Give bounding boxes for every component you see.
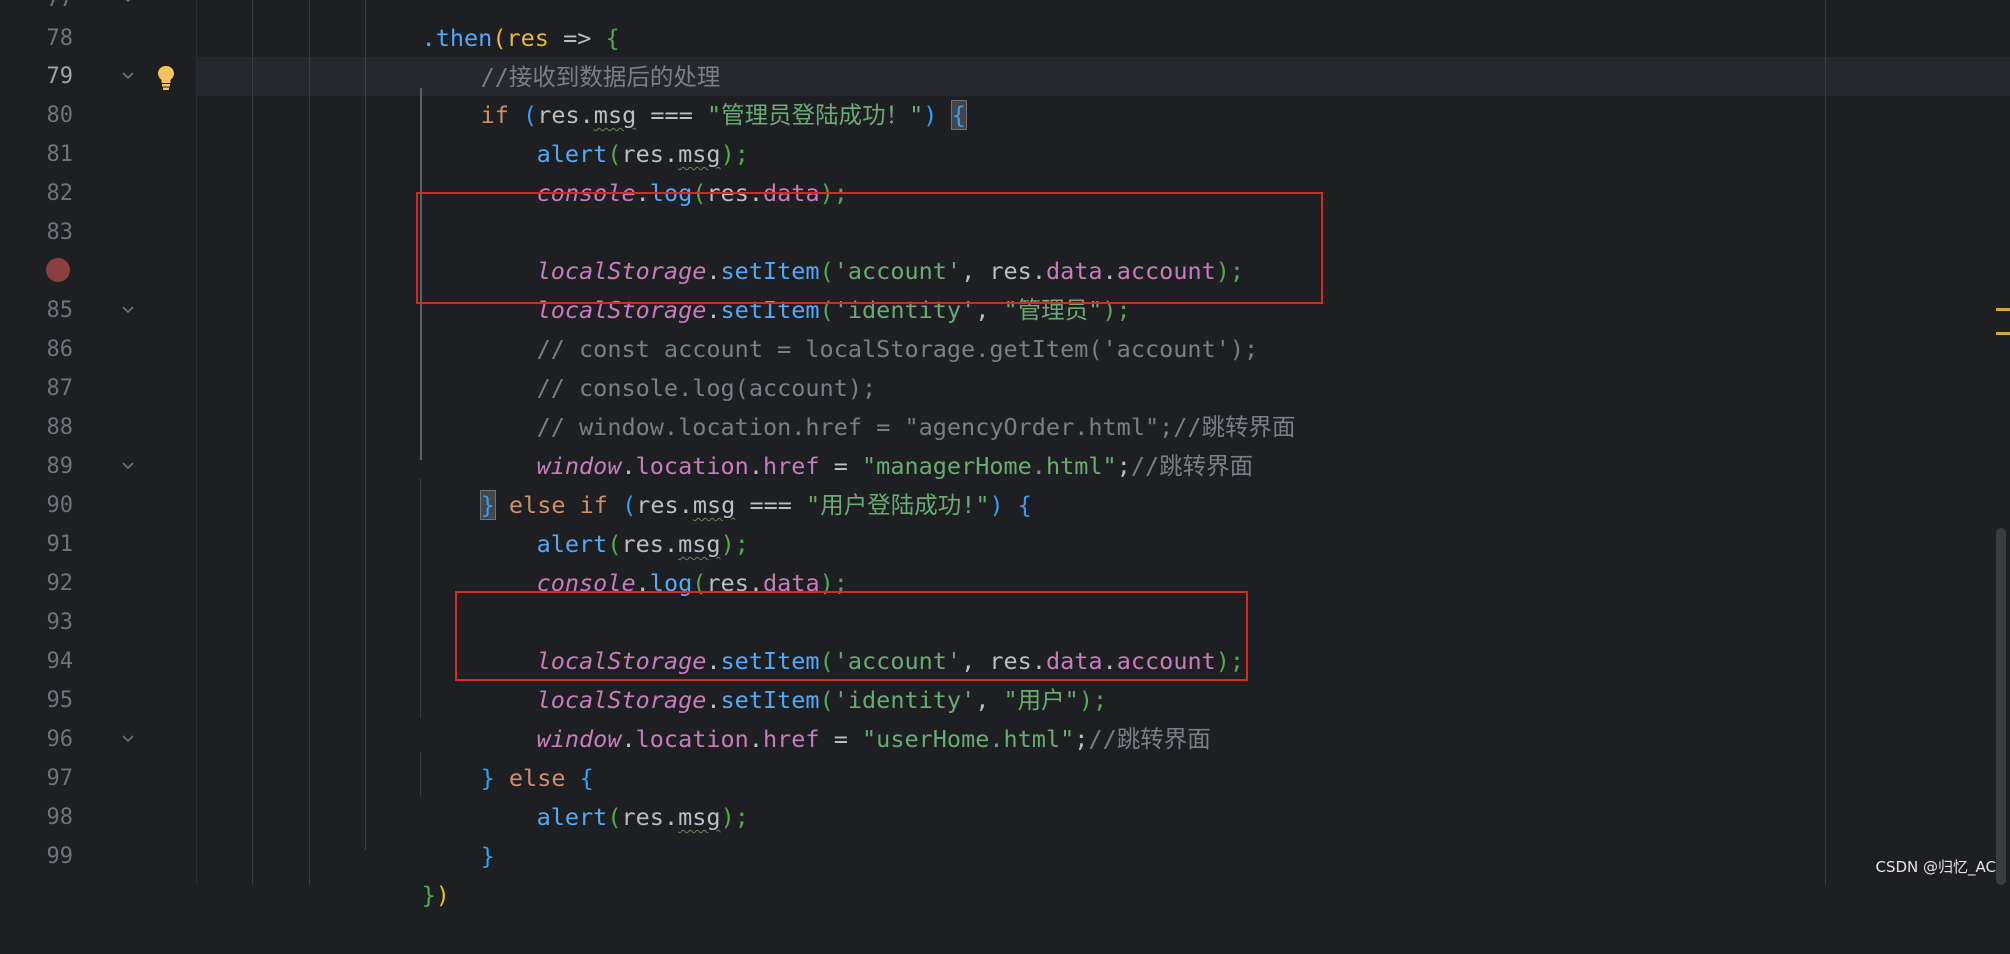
token-dot: .: [621, 725, 636, 753]
token-string: "用户登陆成功!": [806, 491, 990, 519]
code-line-98[interactable]: }: [424, 798, 495, 870]
code-line-78[interactable]: //接收到数据后的处理: [424, 19, 721, 91]
token-paren: ): [435, 881, 450, 909]
code-line-96[interactable]: } else {: [424, 720, 594, 792]
watermark: CSDN @归忆_AC: [1875, 858, 1996, 876]
token-dot: .: [748, 725, 763, 753]
line-number[interactable]: 81: [0, 135, 74, 174]
token-paren: (: [607, 803, 622, 831]
token-brace: {: [1017, 491, 1032, 519]
token-semicolon: ;: [1116, 452, 1131, 480]
chevron-down-icon[interactable]: [118, 720, 138, 759]
line-number[interactable]: 98: [0, 798, 74, 837]
code-editor[interactable]: 77 78 79 80 81 82 83 85 86 87 88 89 90 9…: [0, 0, 2010, 909]
token-operator: =: [819, 725, 863, 753]
code-line-77[interactable]: .then(res => {: [365, 0, 620, 52]
gutter-separator: [196, 0, 197, 885]
code-line-80[interactable]: alert(res.msg);: [480, 96, 749, 168]
current-line-highlight: [0, 57, 2010, 96]
line-number[interactable]: 82: [0, 174, 74, 213]
code-line-95[interactable]: window.location.href = "userHome.html";/…: [480, 681, 1211, 753]
line-number[interactable]: 95: [0, 681, 74, 720]
line-number[interactable]: 78: [0, 19, 74, 58]
line-number[interactable]: 90: [0, 486, 74, 525]
error-stripe-marker[interactable]: [1996, 308, 2010, 311]
token-paren: ): [923, 101, 952, 129]
token-brace: }: [421, 881, 436, 909]
token-function: alert: [536, 803, 608, 831]
indent-guide: [252, 0, 253, 885]
code-line-87[interactable]: // window.location.href = "agencyOrder.h…: [480, 369, 1296, 441]
chevron-down-icon[interactable]: [118, 291, 138, 330]
indent-guide: [420, 478, 421, 718]
line-number[interactable]: 85: [0, 291, 74, 330]
line-number[interactable]: 80: [0, 96, 74, 135]
code-line-91[interactable]: console.log(res.data);: [480, 525, 848, 597]
error-stripe-marker[interactable]: [1996, 332, 2010, 335]
breakpoint-icon[interactable]: [46, 258, 70, 282]
line-number[interactable]: 88: [0, 408, 74, 447]
line-number[interactable]: 96: [0, 720, 74, 759]
token-string: "userHome.html": [862, 725, 1075, 753]
token-property: location: [635, 725, 749, 753]
chevron-down-icon[interactable]: [118, 0, 138, 19]
line-number[interactable]: 91: [0, 525, 74, 564]
lightbulb-icon[interactable]: [155, 64, 177, 92]
token-property: href: [762, 725, 820, 753]
indent-guide: [309, 0, 310, 885]
line-number[interactable]: 93: [0, 603, 74, 642]
token-dot: .: [663, 803, 679, 831]
token-comment: //跳转界面: [1130, 452, 1254, 480]
chevron-down-icon[interactable]: [118, 447, 138, 486]
code-line-79[interactable]: if (res.msg === "管理员登陆成功！") {: [424, 57, 967, 130]
code-line-86[interactable]: // console.log(account);: [480, 330, 877, 402]
token-paren: ): [989, 491, 1018, 519]
token-identifier: msg: [678, 803, 721, 831]
line-number[interactable]: 77: [0, 0, 74, 19]
code-line-89[interactable]: } else if (res.msg === "用户登陆成功!") {: [424, 447, 1032, 520]
code-line-97[interactable]: alert(res.msg);: [480, 759, 749, 831]
token-paren: );: [720, 803, 749, 831]
token-brace-matched: {: [950, 100, 967, 130]
indent-guide: [365, 0, 366, 850]
annotation-box: [416, 192, 1323, 304]
line-number[interactable]: 87: [0, 369, 74, 408]
line-number[interactable]: 97: [0, 759, 74, 798]
line-number[interactable]: 83: [0, 213, 74, 252]
annotation-box: [455, 591, 1248, 681]
token-semicolon: ;: [1074, 725, 1089, 753]
token-brace: }: [480, 842, 495, 870]
code-line-81[interactable]: console.log(res.data);: [480, 135, 848, 207]
code-line-90[interactable]: alert(res.msg);: [480, 486, 749, 558]
vertical-scrollbar[interactable]: [1996, 528, 2006, 885]
line-number-active[interactable]: 79: [0, 57, 74, 96]
code-line-99[interactable]: }): [365, 837, 450, 909]
code-line-88[interactable]: window.location.href = "managerHome.html…: [480, 408, 1254, 480]
line-number[interactable]: 94: [0, 642, 74, 681]
line-number[interactable]: 92: [0, 564, 74, 603]
token-comment: //跳转界面: [1088, 725, 1211, 753]
right-margin-guide: [1825, 0, 1826, 885]
line-number[interactable]: 89: [0, 447, 74, 486]
indent-guide: [420, 752, 421, 797]
line-number[interactable]: 86: [0, 330, 74, 369]
line-number[interactable]: 99: [0, 837, 74, 876]
chevron-down-icon[interactable]: [118, 57, 138, 96]
token-identifier: res: [621, 803, 664, 831]
